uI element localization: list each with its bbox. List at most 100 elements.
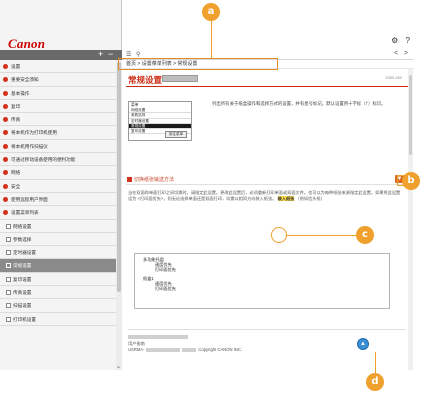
expand-bullet-icon — [3, 77, 8, 83]
page-icon — [6, 276, 11, 282]
footer: 用户指南 USRMA- Copyright CANON INC. — [128, 334, 368, 354]
page-icon — [6, 290, 11, 296]
sidebar-item-label: 将本机用作扫描仪 — [11, 143, 48, 149]
page-icon — [6, 263, 11, 269]
sidebar-item-label: 可通过移动设备使用的便利功能 — [11, 157, 76, 163]
sidebar-item-label: 扫描设置 — [13, 303, 32, 309]
expand-bullet-icon — [3, 143, 8, 149]
callout-c-target — [271, 227, 287, 243]
redacted-text — [145, 347, 180, 352]
title-badge — [162, 75, 198, 82]
sidebar-item-label: 定时器设置 — [13, 250, 36, 256]
sidebar-toolbar: + − — [0, 49, 122, 60]
settings-example-box: 多功能托盘 速度优先 打印面优先 纸盒1 速度优先 打印面优先 — [134, 253, 390, 309]
search-icon[interactable]: ⚲ — [136, 51, 140, 58]
page-icon — [6, 250, 11, 256]
sidebar-item-label: 打印机设置 — [13, 316, 36, 322]
sidebar-item[interactable]: 传真设置 — [0, 286, 122, 300]
sidebar-item-label: 基本操作 — [11, 90, 30, 96]
doc-code: 1SE5-050 — [385, 76, 402, 80]
footer-doc-id: USRMA- — [128, 347, 145, 352]
next-page-button[interactable]: > — [404, 50, 408, 57]
sidebar-scroll-thumb[interactable] — [117, 62, 121, 292]
sidebar-item[interactable]: 重要安全须知 — [0, 73, 122, 87]
expand-bullet-icon — [3, 210, 8, 216]
body-text: 当在双面和单面打印之间切换时，请指定此设置。更改此设置后，必须重新打印单面或双面… — [128, 190, 401, 201]
section-header[interactable]: 切换纸张输送方法 ▼ — [126, 174, 404, 185]
expand-bullet-icon — [3, 90, 8, 96]
header-icons: ⚙ ? — [386, 36, 410, 45]
help-icon[interactable]: ? — [406, 36, 410, 45]
sidebar-nav: 设置重要安全须知 基本操作复印传真将本机作为打印机使用将本机用作扫描仪可通过移动设… — [0, 60, 122, 370]
sidebar-item[interactable]: 复印设置 — [0, 273, 122, 287]
sidebar-item[interactable]: 可通过移动设备使用的便利功能 — [0, 153, 122, 167]
footer-divider — [128, 329, 406, 330]
expand-bullet-icon — [3, 117, 8, 123]
callout-d-leader — [375, 352, 376, 374]
sidebar-item[interactable]: 网络 — [0, 166, 122, 180]
sidebar-item[interactable]: 常规设置 — [0, 259, 122, 273]
expand-bullet-icon — [3, 170, 8, 176]
sidebar-item[interactable]: 参数选择 — [0, 233, 122, 247]
gear-icon[interactable]: ⚙ — [391, 36, 398, 45]
back-to-top-button[interactable]: ▲ — [357, 338, 369, 350]
page-icon — [6, 316, 11, 322]
expand-bullet-icon — [3, 130, 8, 136]
sidebar-item[interactable]: 安全 — [0, 180, 122, 193]
sidebar-item[interactable]: 将本机用作扫描仪 — [0, 140, 122, 154]
sidebar-item-label: 网络 — [11, 170, 21, 176]
page-icon — [6, 303, 11, 309]
callout-d-badge: d — [366, 373, 384, 391]
sidebar-item-label: 网络设置 — [13, 223, 32, 229]
sidebar-item-label: 设置 — [11, 64, 21, 69]
expand-bullet-icon — [3, 157, 8, 163]
page-icon — [6, 236, 11, 242]
list-icon[interactable]: ☰ — [126, 51, 131, 58]
settings-menu-illustration: 菜单 网络设置 参数选择 定时器设置 常规设置 复印设置 前往菜单 — [128, 101, 192, 141]
sidebar-item-label: 复印 — [11, 103, 21, 109]
panel-button: 前往菜单 — [165, 131, 187, 138]
sidebar-item-label: 传真 — [11, 117, 21, 123]
prev-page-button[interactable]: < — [394, 50, 398, 57]
redacted-text — [182, 347, 197, 352]
redacted-text — [128, 334, 188, 339]
section-title[interactable]: 切换纸张输送方法 — [134, 176, 174, 183]
expand-bullet-icon — [3, 183, 8, 189]
sidebar-item[interactable]: 扫描设置 — [0, 299, 122, 313]
sidebar-item[interactable]: 定时器设置 — [0, 246, 122, 260]
sidebar-item[interactable]: 基本操作 — [0, 87, 122, 100]
highlighted-text: 装入纸张 — [277, 195, 295, 201]
callout-a-badge: a — [202, 3, 220, 21]
page-title: 常规设置 — [128, 75, 163, 85]
sidebar-item-label: 参数选择 — [13, 236, 32, 242]
sidebar-item-label: 使用远程用户界面 — [11, 196, 48, 202]
sidebar-item[interactable]: 将本机作为打印机使用 — [0, 126, 122, 140]
callout-c-badge: c — [356, 226, 374, 244]
sidebar-item-label: 复印设置 — [13, 276, 32, 282]
sidebar-item[interactable]: 使用远程用户界面 — [0, 193, 122, 207]
section-square-icon — [127, 177, 132, 182]
chevron-down-icon[interactable]: ⌄ — [116, 364, 121, 370]
sidebar-item[interactable]: 设置 — [0, 60, 122, 74]
sidebar-item[interactable]: 打印机设置 — [0, 313, 122, 326]
sidebar: Canon + − 设置 重要安全须知 基本操作 复印 传真 将本机作为打印机使用 将本机用… — [0, 0, 122, 370]
sidebar-item-label: 传真设置 — [13, 290, 32, 296]
sidebar-item[interactable]: 传真 — [0, 113, 122, 127]
sidebar-item[interactable]: 网络设置 — [0, 220, 122, 233]
callout-a-leader — [211, 18, 212, 58]
sidebar-item-label: 设置菜单列表 — [11, 210, 39, 216]
content-scroll-thumb[interactable] — [409, 75, 412, 155]
expand-all-button[interactable]: + — [98, 49, 103, 60]
section-body: 当在双面和单面打印之间切换时，请指定此设置。更改此设置后，必须重新打印单面或双面… — [128, 190, 404, 202]
intro-text: 列出所有关于纸盒操作和选择方式的设置，并有星号标记。默认设置用十字标（†）标识。 — [212, 101, 386, 106]
expand-bullet-icon — [3, 196, 8, 202]
collapse-all-button[interactable]: − — [108, 49, 113, 60]
sidebar-item-label: 常规设置 — [13, 263, 32, 269]
expand-bullet-icon — [3, 64, 8, 69]
body-text-suffix: （例如信头纸） — [295, 195, 325, 201]
content-scrollbar[interactable] — [408, 69, 413, 370]
page-icon — [6, 223, 11, 229]
sidebar-item-label: 重要安全须知 — [11, 77, 39, 83]
sidebar-item[interactable]: 设置菜单列表 — [0, 206, 122, 220]
sidebar-item[interactable]: 复印 — [0, 100, 122, 114]
